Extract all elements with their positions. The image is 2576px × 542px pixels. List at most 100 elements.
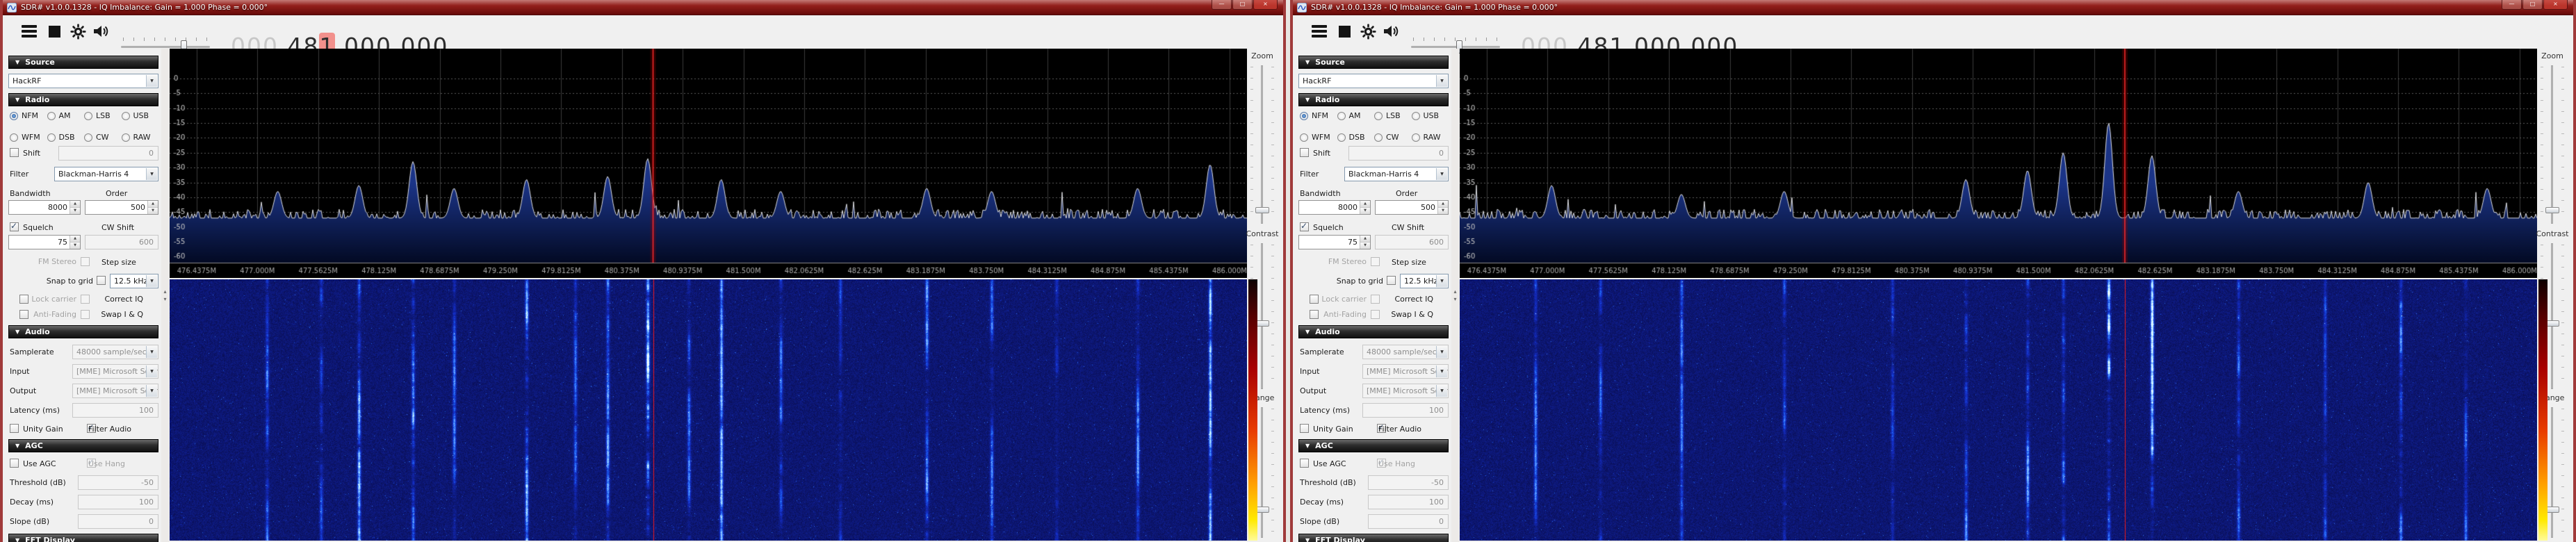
spinner-arrows-icon[interactable]: ▲▼ bbox=[70, 201, 80, 214]
agc-panel-header[interactable]: ▼AGC bbox=[1298, 439, 1449, 452]
audio-panel-header[interactable]: ▼Audio bbox=[8, 325, 158, 338]
waterfall-canvas[interactable] bbox=[170, 279, 1251, 541]
mode-radio-wfm[interactable]: WFM bbox=[1300, 133, 1337, 142]
mode-radio-lsb[interactable]: LSB bbox=[1374, 111, 1412, 120]
unity-gain-checkbox[interactable] bbox=[1300, 424, 1309, 433]
contrast-slider-thumb[interactable] bbox=[2545, 320, 2559, 327]
audio-panel-header[interactable]: ▼Audio bbox=[1298, 325, 1449, 338]
mode-radio-lsb[interactable]: LSB bbox=[84, 111, 122, 120]
minimize-button[interactable]: — bbox=[2502, 0, 2522, 10]
filter-select[interactable]: Blackman-Harris 4▼ bbox=[54, 167, 158, 181]
snap-to-grid-checkbox[interactable] bbox=[97, 276, 106, 285]
range-slider-thumb[interactable] bbox=[1255, 507, 1269, 513]
source-select[interactable]: HackRF▼ bbox=[1298, 74, 1449, 88]
spinner-arrows-icon[interactable]: ▲▼ bbox=[1437, 201, 1448, 214]
shift-checkbox[interactable] bbox=[10, 148, 19, 157]
squelch-input[interactable]: 75▲▼ bbox=[8, 235, 81, 249]
swap-iq-checkbox[interactable] bbox=[1310, 310, 1319, 319]
spinner-arrows-icon[interactable]: ▲▼ bbox=[1360, 201, 1370, 214]
zoom-slider[interactable] bbox=[1255, 65, 1269, 224]
waterfall-canvas[interactable] bbox=[1460, 279, 2541, 541]
range-slider-thumb[interactable] bbox=[2545, 507, 2559, 513]
zoom-label: Zoom bbox=[2534, 51, 2570, 60]
step-size-select[interactable]: 12.5 kHz▼ bbox=[1400, 274, 1449, 288]
shift-input[interactable]: 0 bbox=[1348, 146, 1449, 161]
radio-panel-header[interactable]: ▼Radio bbox=[8, 93, 158, 106]
bandwidth-input[interactable]: 8000▲▼ bbox=[8, 200, 81, 215]
mode-radio-raw[interactable]: RAW bbox=[1412, 133, 1449, 142]
squelch-checkbox[interactable] bbox=[10, 222, 19, 231]
bandwidth-input[interactable]: 8000▲▼ bbox=[1298, 200, 1371, 215]
mute-button[interactable] bbox=[92, 21, 111, 42]
splitter-arrow-up-icon[interactable]: ▴ bbox=[1453, 288, 1456, 295]
mode-radio-nfm[interactable]: NFM bbox=[10, 111, 47, 120]
maximize-button[interactable]: □ bbox=[2522, 0, 2543, 10]
range-slider[interactable] bbox=[1255, 407, 1269, 538]
fft-display-panel-header[interactable]: ▼FFT Display bbox=[8, 534, 158, 542]
zoom-slider-thumb[interactable] bbox=[1255, 207, 1269, 213]
contrast-slider-thumb[interactable] bbox=[1255, 320, 1269, 327]
step-size-select[interactable]: 12.5 kHz▼ bbox=[110, 274, 158, 288]
mode-radio-am[interactable]: AM bbox=[47, 111, 85, 120]
spectrum-canvas[interactable] bbox=[1460, 49, 2541, 278]
menu-button[interactable] bbox=[1310, 21, 1329, 42]
mode-radio-am[interactable]: AM bbox=[1337, 111, 1375, 120]
unity-gain-checkbox[interactable] bbox=[10, 424, 19, 433]
zoom-slider[interactable] bbox=[2545, 65, 2559, 224]
maximize-button[interactable]: □ bbox=[1232, 0, 1253, 10]
spinner-arrows-icon[interactable]: ▲▼ bbox=[1360, 236, 1370, 249]
squelch-checkbox[interactable] bbox=[1300, 222, 1309, 231]
snap-to-grid-checkbox[interactable] bbox=[1387, 276, 1396, 285]
mode-radio-cw[interactable]: CW bbox=[1374, 133, 1412, 142]
close-button[interactable]: × bbox=[2543, 0, 2568, 10]
settings-button[interactable] bbox=[68, 21, 88, 42]
correct-iq-checkbox[interactable] bbox=[1310, 295, 1319, 304]
range-slider[interactable] bbox=[2545, 407, 2559, 538]
mode-radio-usb[interactable]: USB bbox=[1412, 111, 1449, 120]
stop-button[interactable] bbox=[44, 21, 64, 42]
mode-radio-wfm[interactable]: WFM bbox=[10, 133, 47, 142]
minimize-button[interactable]: — bbox=[1212, 0, 1232, 10]
contrast-slider[interactable] bbox=[2545, 243, 2559, 389]
spinner-arrows-icon[interactable]: ▲▼ bbox=[70, 236, 80, 249]
source-panel-header[interactable]: ▼Source bbox=[1298, 56, 1449, 69]
fft-display-panel-header[interactable]: ▼FFT Display bbox=[1298, 534, 1449, 542]
spinner-arrows-icon[interactable]: ▲▼ bbox=[147, 201, 158, 214]
mode-radio-raw[interactable]: RAW bbox=[122, 133, 159, 142]
order-input[interactable]: 500▲▼ bbox=[1375, 200, 1449, 215]
splitter-arrow-up-icon[interactable]: ▴ bbox=[163, 288, 166, 295]
stop-button[interactable] bbox=[1335, 21, 1354, 42]
source-select[interactable]: HackRF▼ bbox=[8, 74, 158, 88]
source-panel-header[interactable]: ▼Source bbox=[8, 56, 158, 69]
title-bar[interactable]: SDR# v1.0.0.1328 - IQ Imbalance: Gain = … bbox=[1293, 0, 2573, 15]
mute-button[interactable] bbox=[1382, 21, 1401, 42]
contrast-slider[interactable] bbox=[1255, 243, 1269, 389]
menu-button[interactable] bbox=[19, 21, 39, 42]
mode-radio-nfm[interactable]: NFM bbox=[1300, 111, 1337, 120]
splitter-arrow-down-icon[interactable]: ▾ bbox=[1453, 296, 1456, 302]
use-agc-checkbox[interactable] bbox=[10, 459, 19, 468]
spectrum-canvas[interactable] bbox=[170, 49, 1251, 278]
order-input[interactable]: 500▲▼ bbox=[85, 200, 158, 215]
mode-radio-usb[interactable]: USB bbox=[122, 111, 159, 120]
correct-iq-checkbox[interactable] bbox=[19, 295, 28, 304]
agc-panel-header[interactable]: ▼AGC bbox=[8, 439, 158, 452]
panel-splitter[interactable]: ▴▾ bbox=[161, 49, 169, 542]
swap-iq-checkbox[interactable] bbox=[19, 310, 28, 319]
filter-select[interactable]: Blackman-Harris 4▼ bbox=[1344, 167, 1449, 181]
radio-panel-header[interactable]: ▼Radio bbox=[1298, 93, 1449, 106]
mode-radio-dsb[interactable]: DSB bbox=[1337, 133, 1375, 142]
zoom-slider-thumb[interactable] bbox=[2545, 207, 2559, 213]
use-agc-checkbox[interactable] bbox=[1300, 459, 1309, 468]
panel-splitter[interactable]: ▴▾ bbox=[1451, 49, 1459, 542]
splitter-arrow-down-icon[interactable]: ▾ bbox=[163, 296, 166, 302]
shift-checkbox[interactable] bbox=[1300, 148, 1309, 157]
squelch-input[interactable]: 75▲▼ bbox=[1298, 235, 1371, 249]
shift-input[interactable]: 0 bbox=[58, 146, 158, 161]
mode-radio-dsb[interactable]: DSB bbox=[47, 133, 85, 142]
close-button[interactable]: × bbox=[1253, 0, 1278, 10]
mode-radio-cw[interactable]: CW bbox=[84, 133, 122, 142]
title-bar[interactable]: SDR# v1.0.0.1328 - IQ Imbalance: Gain = … bbox=[3, 0, 1283, 15]
decay-label: Decay (ms) bbox=[10, 498, 54, 507]
settings-button[interactable] bbox=[1358, 21, 1378, 42]
